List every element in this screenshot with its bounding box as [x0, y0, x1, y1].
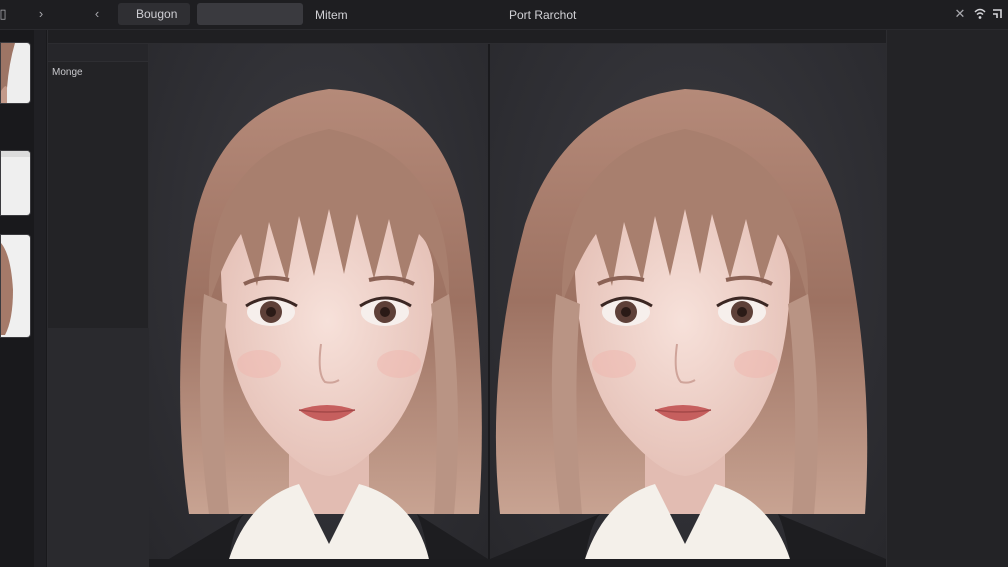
- close-icon[interactable]: ✕: [951, 5, 969, 23]
- thumbnail-2[interactable]: [0, 150, 31, 216]
- panel-toggle-icon[interactable]: ▯: [0, 5, 12, 23]
- window-snap-icon[interactable]: [988, 5, 1006, 23]
- top-toolbar: ▯ › ‹ Bougon Mitem Port Rarchot ✕: [0, 0, 1008, 30]
- canvas-header-bar: [48, 30, 886, 44]
- thumbnail-scrollbar[interactable]: [34, 30, 46, 567]
- thumbnail-1[interactable]: [0, 42, 31, 104]
- tab-empty[interactable]: [197, 3, 303, 25]
- thumbnail-3-image: [1, 235, 30, 337]
- tab-bougon-label: Bougon: [136, 7, 178, 21]
- close-glyph: ✕: [954, 6, 966, 21]
- menu-mitem[interactable]: Mitem: [315, 8, 348, 22]
- window-snap-svg: [993, 9, 1002, 18]
- properties-panel: [886, 30, 1008, 567]
- window-title: Port Rarchot: [509, 8, 577, 22]
- layers-panel-label[interactable]: Monge: [52, 67, 83, 78]
- canvas-edited[interactable]: [490, 44, 886, 559]
- chevron-right-icon[interactable]: ›: [32, 5, 50, 23]
- thumbnail-strip: [0, 30, 48, 567]
- tab-bougon[interactable]: Bougon: [118, 3, 190, 25]
- layers-panel: [48, 44, 149, 328]
- layers-panel-header: [48, 44, 148, 62]
- thumbnail-1-image: [1, 43, 30, 103]
- portrait-edited-image: [490, 89, 886, 559]
- wifi-icon[interactable]: [971, 5, 989, 23]
- photo-editor-window: ▯ › ‹ Bougon Mitem Port Rarchot ✕ Monge: [0, 0, 1008, 567]
- wifi-svg: [974, 8, 986, 19]
- portrait-original-image: [169, 89, 488, 559]
- panel-empty-area: [48, 328, 149, 567]
- thumbnail-3[interactable]: [0, 234, 31, 338]
- canvas-original[interactable]: [149, 44, 488, 559]
- thumbnail-2-image: [1, 151, 30, 215]
- chevron-left-icon[interactable]: ‹: [88, 5, 106, 23]
